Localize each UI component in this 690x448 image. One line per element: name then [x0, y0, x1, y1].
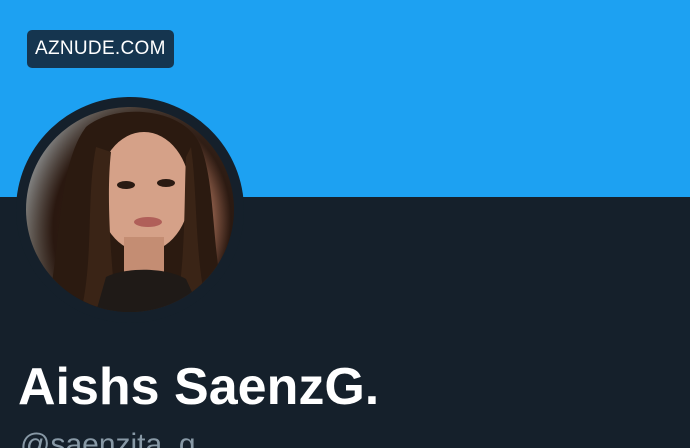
watermark-text: AZNUDE.COM — [35, 38, 166, 59]
avatar-photo-icon — [46, 111, 226, 312]
profile-header: AZNUDE.COM Aishs SaenzG. @saenzita_g — [0, 0, 690, 448]
watermark-badge: AZNUDE.COM — [27, 30, 174, 68]
user-handle: @saenzita_g — [20, 428, 196, 448]
display-name: Aishs SaenzG. — [18, 358, 380, 416]
avatar[interactable] — [26, 107, 234, 312]
